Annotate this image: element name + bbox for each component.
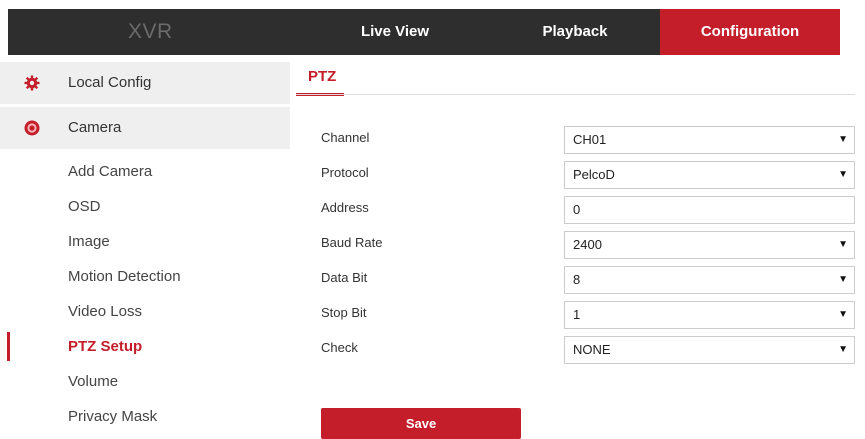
sidebar-item-motion-detection[interactable]: Motion Detection xyxy=(0,259,290,294)
chevron-down-icon: ▼ xyxy=(838,239,848,250)
chevron-down-icon: ▼ xyxy=(838,309,848,320)
channel-label: Channel xyxy=(321,130,370,145)
check-select[interactable]: NONE ▼ xyxy=(564,336,855,364)
chevron-down-icon: ▼ xyxy=(838,169,848,180)
sidebar-item-osd[interactable]: OSD xyxy=(0,189,290,224)
tab-configuration[interactable]: Configuration xyxy=(660,9,840,55)
sidebar-item-ptz-setup[interactable]: PTZ Setup xyxy=(0,329,290,364)
top-bar-gap xyxy=(840,9,865,55)
sidebar-item-add-camera[interactable]: Add Camera xyxy=(0,154,290,189)
page-title: PTZ xyxy=(296,62,344,96)
check-label: Check xyxy=(321,340,358,355)
sidebar-section-label: Local Config xyxy=(68,74,152,91)
protocol-label: Protocol xyxy=(321,165,369,180)
chevron-down-icon: ▼ xyxy=(838,134,848,145)
sidebar-item-label: PTZ Setup xyxy=(68,338,143,355)
sidebar-section-label: Camera xyxy=(68,119,122,136)
top-bar: XVR Live View Playback Configuration xyxy=(0,0,865,62)
channel-select[interactable]: CH01 ▼ xyxy=(564,126,855,154)
address-label: Address xyxy=(321,200,369,215)
title-divider xyxy=(296,94,855,95)
app-logo: XVR xyxy=(128,20,173,43)
protocol-select[interactable]: PelcoD ▼ xyxy=(564,161,855,189)
chevron-down-icon: ▼ xyxy=(838,344,848,355)
stop-bit-value: 1 xyxy=(573,307,581,322)
active-indicator xyxy=(7,332,10,361)
sidebar-section-camera[interactable]: Camera xyxy=(0,107,290,149)
save-button[interactable]: Save xyxy=(321,408,521,439)
channel-value: CH01 xyxy=(573,132,607,147)
protocol-value: PelcoD xyxy=(573,167,615,182)
baud-rate-select[interactable]: 2400 ▼ xyxy=(564,231,855,259)
gear-icon xyxy=(24,75,40,91)
baud-rate-value: 2400 xyxy=(573,237,602,252)
baud-rate-label: Baud Rate xyxy=(321,235,383,250)
check-value: NONE xyxy=(573,342,611,357)
address-input[interactable]: 0 xyxy=(564,196,855,224)
data-bit-select[interactable]: 8 ▼ xyxy=(564,266,855,294)
sidebar-section-local-config[interactable]: Local Config xyxy=(0,62,290,104)
chevron-down-icon: ▼ xyxy=(838,274,848,285)
sidebar-item-privacy-mask[interactable]: Privacy Mask xyxy=(0,399,290,434)
stop-bit-label: Stop Bit xyxy=(321,305,367,320)
main-content: PTZ Channel CH01 ▼ Protocol PelcoD ▼ Add… xyxy=(296,62,865,439)
tab-live-view[interactable]: Live View xyxy=(335,9,455,55)
camera-icon xyxy=(24,120,40,136)
stop-bit-select[interactable]: 1 ▼ xyxy=(564,301,855,329)
tab-playback[interactable]: Playback xyxy=(510,9,640,55)
sidebar: Local Config Camera Add Camera OSD Image… xyxy=(0,62,290,439)
data-bit-value: 8 xyxy=(573,272,581,287)
sidebar-item-video-loss[interactable]: Video Loss xyxy=(0,294,290,329)
data-bit-label: Data Bit xyxy=(321,270,368,285)
sidebar-item-image[interactable]: Image xyxy=(0,224,290,259)
sidebar-item-volume[interactable]: Volume xyxy=(0,364,290,399)
